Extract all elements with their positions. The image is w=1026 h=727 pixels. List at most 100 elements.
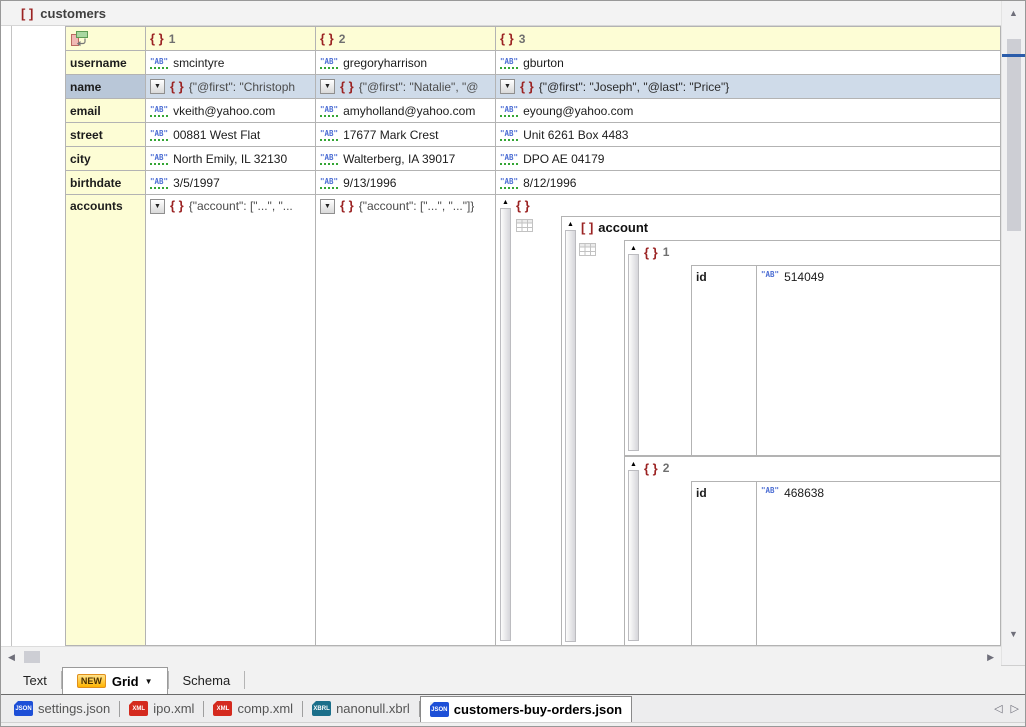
row-label-email[interactable]: email bbox=[66, 99, 146, 123]
collapse-strip-account-array[interactable]: ▲ bbox=[565, 220, 576, 642]
row-label-username[interactable]: username bbox=[66, 51, 146, 75]
string-icon: "AB" bbox=[320, 153, 338, 165]
cell-name-2[interactable]: ▼ { } {"@first": "Natalie", "@ bbox=[316, 75, 496, 99]
id-value: 514049 bbox=[784, 270, 824, 284]
cell-birthdate-3[interactable]: "AB"8/12/1996 bbox=[496, 171, 1001, 195]
cell-value: Unit 6261 Box 4483 bbox=[523, 128, 628, 142]
expand-dropdown-button[interactable]: ▼ bbox=[320, 79, 335, 94]
cell-username-3[interactable]: "AB"gburton bbox=[496, 51, 1001, 75]
page-title: customers bbox=[40, 6, 106, 21]
cell-street-2[interactable]: "AB"17677 Mark Crest bbox=[316, 123, 496, 147]
cell-birthdate-1[interactable]: "AB"3/5/1997 bbox=[146, 171, 316, 195]
cell-email-1[interactable]: "AB"vkeith@yahoo.com bbox=[146, 99, 316, 123]
cell-value: Walterberg, IA 39017 bbox=[343, 152, 455, 166]
string-icon: "AB" bbox=[761, 486, 779, 495]
cell-email-2[interactable]: "AB"amyholland@yahoo.com bbox=[316, 99, 496, 123]
object-icon: { } bbox=[520, 80, 534, 93]
item-2-header[interactable]: { } 2 bbox=[644, 461, 669, 475]
object-icon: { } bbox=[500, 32, 514, 45]
scroll-up-icon[interactable]: ▲ bbox=[1009, 8, 1018, 18]
expand-dropdown-button[interactable]: ▼ bbox=[150, 79, 165, 94]
cell-accounts-3-expanded[interactable]: ▲ { } ▲ [ ] account bbox=[496, 195, 1001, 646]
item-number: 2 bbox=[663, 461, 670, 475]
transpose-icon[interactable] bbox=[70, 30, 89, 47]
tab-text[interactable]: Text bbox=[9, 666, 61, 695]
scroll-left-icon[interactable]: ◀ bbox=[8, 652, 15, 662]
column-header-3[interactable]: { } 3 bbox=[496, 27, 1001, 51]
file-tab-nanonull-xbrl[interactable]: XBRL nanonull.xbrl bbox=[303, 695, 419, 722]
transpose-header-cell[interactable] bbox=[66, 27, 146, 51]
id-value-cell[interactable]: "AB" 468638 bbox=[757, 482, 1001, 646]
id-label-cell[interactable]: id bbox=[692, 266, 757, 456]
display-as-table-icon[interactable] bbox=[516, 219, 533, 232]
chevron-down-icon[interactable]: ▼ bbox=[145, 677, 153, 686]
expand-dropdown-button[interactable]: ▼ bbox=[150, 199, 165, 214]
gutter-divider bbox=[11, 26, 12, 646]
id-value: 468638 bbox=[784, 486, 824, 500]
cell-city-1[interactable]: "AB"North Emily, IL 32130 bbox=[146, 147, 316, 171]
file-tab-comp-xml[interactable]: XML comp.xml bbox=[204, 695, 302, 722]
column-header-1[interactable]: { } 1 bbox=[146, 27, 316, 51]
cell-street-1[interactable]: "AB"00881 West Flat bbox=[146, 123, 316, 147]
document-root-header: [ ] customers bbox=[1, 1, 1001, 26]
row-label-city[interactable]: city bbox=[66, 147, 146, 171]
horizontal-scroll-thumb[interactable] bbox=[24, 651, 40, 663]
expand-dropdown-button[interactable]: ▼ bbox=[500, 79, 515, 94]
file-tab-customers-buy-orders-json-active[interactable]: JSON customers-buy-orders.json bbox=[420, 696, 632, 722]
item-number: 1 bbox=[663, 245, 670, 259]
cell-name-1[interactable]: ▼ { } {"@first": "Christoph bbox=[146, 75, 316, 99]
cell-city-3[interactable]: "AB"DPO AE 04179 bbox=[496, 147, 1001, 171]
collapse-strip-item-2[interactable]: ▲ bbox=[628, 460, 639, 641]
cell-city-2[interactable]: "AB" Walterberg, IA 39017 bbox=[316, 147, 496, 171]
file-tab-label: nanonull.xbrl bbox=[336, 701, 410, 716]
expand-dropdown-button[interactable]: ▼ bbox=[320, 199, 335, 214]
new-badge: NEW bbox=[77, 674, 106, 688]
row-label-name[interactable]: name bbox=[66, 75, 146, 99]
vertical-scroll-thumb[interactable] bbox=[1007, 39, 1021, 231]
cell-value: amyholland@yahoo.com bbox=[343, 104, 475, 118]
cell-email-3[interactable]: "AB"eyoung@yahoo.com bbox=[496, 99, 1001, 123]
column-header-row: { } 1 { } 2 { } 3 bbox=[66, 27, 1001, 51]
account-array-header[interactable]: [ ] account bbox=[581, 220, 648, 235]
tab-next-icon[interactable]: ▷ bbox=[1011, 702, 1019, 715]
cell-accounts-1[interactable]: ▼ { } {"account": ["...", "... bbox=[146, 195, 316, 646]
cell-username-1[interactable]: "AB"smcintyre bbox=[146, 51, 316, 75]
scroll-right-icon[interactable]: ▶ bbox=[987, 652, 994, 662]
json-file-icon: JSON bbox=[14, 701, 33, 716]
xbrl-file-icon: XBRL bbox=[312, 701, 331, 716]
row-label-birthdate[interactable]: birthdate bbox=[66, 171, 146, 195]
file-tab-settings-json[interactable]: JSON settings.json bbox=[5, 695, 119, 722]
cell-value: 3/5/1997 bbox=[173, 176, 220, 190]
horizontal-scrollbar[interactable]: ◀ ▶ bbox=[1, 646, 1001, 666]
cell-value: eyoung@yahoo.com bbox=[523, 104, 633, 118]
row-label-accounts[interactable]: accounts bbox=[66, 195, 146, 646]
column-header-2[interactable]: { } 2 bbox=[316, 27, 496, 51]
object-icon: { } bbox=[644, 462, 658, 475]
cell-street-3[interactable]: "AB"Unit 6261 Box 4483 bbox=[496, 123, 1001, 147]
item-1-header[interactable]: { } 1 bbox=[644, 245, 669, 259]
row-label-street[interactable]: street bbox=[66, 123, 146, 147]
display-as-table-icon[interactable] bbox=[579, 243, 596, 256]
string-icon: "AB" bbox=[500, 153, 518, 165]
collapsed-preview: {"@first": "Natalie", "@ bbox=[359, 80, 479, 94]
id-value-cell[interactable]: "AB" 514049 bbox=[757, 266, 1001, 456]
file-tab-label: settings.json bbox=[38, 701, 110, 716]
cell-username-2[interactable]: "AB"gregoryharrison bbox=[316, 51, 496, 75]
collapse-strip-accounts-object[interactable]: ▲ bbox=[500, 198, 511, 641]
cell-birthdate-2[interactable]: "AB"9/13/1996 bbox=[316, 171, 496, 195]
tab-grid-active[interactable]: NEW Grid ▼ bbox=[62, 667, 168, 694]
file-tab-label: customers-buy-orders.json bbox=[454, 702, 622, 717]
cell-name-3[interactable]: ▼ { } {"@first": "Joseph", "@last": "Pri… bbox=[496, 75, 1001, 99]
tab-prev-icon[interactable]: ◁ bbox=[994, 702, 1002, 715]
object-icon: { } bbox=[644, 246, 658, 259]
collapse-strip-item-1[interactable]: ▲ bbox=[628, 244, 639, 451]
string-icon: "AB" bbox=[500, 177, 518, 189]
content-column: [ ] customers { } 1 bbox=[1, 1, 1001, 665]
cell-accounts-2[interactable]: ▼ { } {"account": ["...", "..."]} bbox=[316, 195, 496, 646]
scroll-down-icon[interactable]: ▼ bbox=[1009, 629, 1018, 639]
id-label-cell[interactable]: id bbox=[692, 482, 757, 646]
tab-schema[interactable]: Schema bbox=[169, 666, 245, 695]
vertical-scrollbar[interactable]: ▲ ▼ bbox=[1001, 1, 1025, 665]
file-tab-ipo-xml[interactable]: XML ipo.xml bbox=[120, 695, 203, 722]
xml-file-icon: XML bbox=[213, 701, 232, 716]
